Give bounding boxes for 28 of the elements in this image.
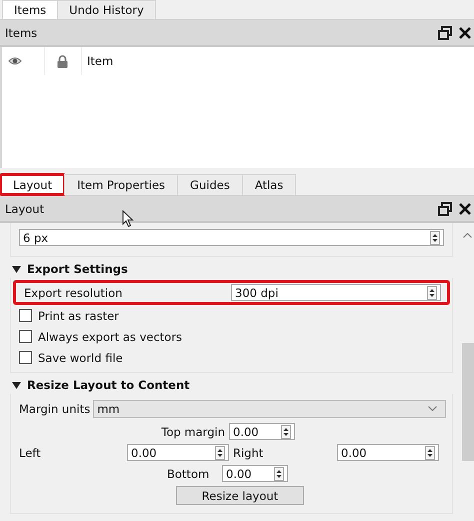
dropdown[interactable]: mm	[93, 400, 446, 418]
tab[interactable]: Atlas	[242, 174, 296, 195]
panel-title: Layout	[5, 202, 44, 216]
checkbox-label: Print as raster	[38, 308, 119, 322]
spin-box[interactable]: 0.00	[229, 423, 295, 440]
tab[interactable]: Layout	[0, 174, 66, 195]
checkbox-label: Save world file	[38, 350, 123, 364]
panel-title: Items	[5, 26, 38, 40]
resize-layout-button[interactable]: Resize layout	[176, 486, 304, 505]
column-header: Item	[87, 54, 114, 68]
spin-box[interactable]: 0.00	[337, 444, 439, 461]
spin-box[interactable]: 0.00	[127, 444, 229, 461]
field-label: Margin units	[19, 402, 90, 416]
spin-box[interactable]: 300 dpi	[231, 284, 441, 301]
section-title: Resize Layout to Content	[27, 378, 190, 392]
field-label: Export resolution	[24, 286, 122, 300]
tab[interactable]: Undo History	[57, 0, 156, 19]
field-label: Top margin	[161, 424, 225, 438]
spin-box[interactable]: 6 px	[19, 229, 444, 246]
field-label: Right	[233, 446, 264, 460]
spin-box[interactable]: 0.00	[222, 465, 288, 482]
tab[interactable]: Guides	[177, 174, 243, 195]
field-label: Left	[19, 446, 41, 460]
tab[interactable]: Items	[2, 0, 58, 19]
tab[interactable]: Item Properties	[64, 174, 178, 195]
section-title: Export Settings	[27, 262, 128, 276]
checkbox-label: Always export as vectors	[38, 330, 182, 344]
field-label: Bottom	[166, 466, 210, 480]
